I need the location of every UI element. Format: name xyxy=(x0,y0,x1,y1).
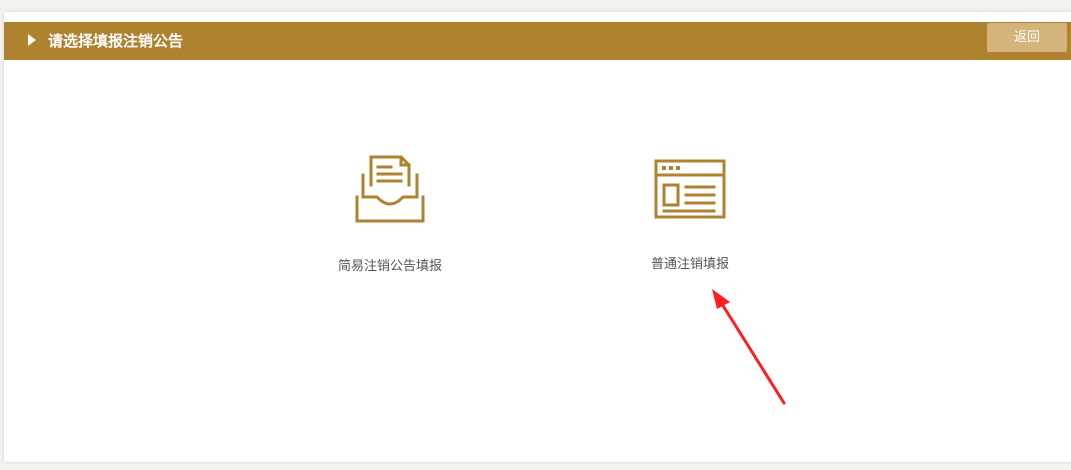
back-button[interactable]: 返回 xyxy=(987,23,1067,52)
normal-deregistration-option[interactable]: 普通注销填报 xyxy=(590,158,790,272)
browser-window-form-icon xyxy=(654,159,726,219)
normal-deregistration-label: 普通注销填报 xyxy=(650,257,729,272)
main-panel: 请选择填报注销公告 返回 简易注销公告填报 普通注销填报 xyxy=(4,12,1071,462)
inbox-document-icon xyxy=(355,155,425,223)
simple-deregistration-option[interactable]: 简易注销公告填报 xyxy=(290,155,490,274)
page-title: 请选择填报注销公告 xyxy=(48,32,184,50)
triangle-right-icon xyxy=(28,34,36,46)
panel-header: 请选择填报注销公告 返回 xyxy=(4,22,1071,60)
simple-deregistration-label: 简易注销公告填报 xyxy=(337,259,442,274)
